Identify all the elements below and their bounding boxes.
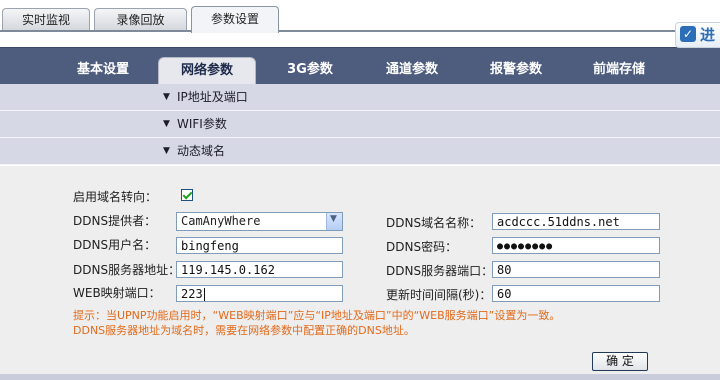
enable-ddns-checkbox[interactable] <box>181 189 193 201</box>
dropdown-button[interactable]: ▼ <box>326 213 342 230</box>
ddns-password-input[interactable]: ●●●●●●●● <box>492 237 660 254</box>
ddns-server-port-input[interactable]: 80 <box>492 261 660 278</box>
section-label: IP地址及端口 <box>177 90 248 104</box>
nav-frontend-storage[interactable]: 前端存储 <box>578 57 660 84</box>
settings-nav: 基本设置 网络参数 3G参数 通道参数 报警参数 前端存储 <box>0 47 720 85</box>
ddns-user-label: DDNS用户名： <box>73 238 157 252</box>
update-interval-input[interactable]: 60 <box>492 285 660 302</box>
tab-underline <box>0 30 720 32</box>
ddns-domain-input[interactable]: acdccc.51ddns.net <box>492 213 660 230</box>
triangle-down-icon: ▼ <box>163 119 170 129</box>
hint-text-dns: DDNS服务器地址为域名时，需要在网络参数中配置正确的DNS地址。 <box>73 324 415 337</box>
hint-text-upnp: 提示：当UPNP功能启用时，“WEB映射端口”应与“IP地址及端口”中的“WEB… <box>73 309 561 322</box>
section-label: WIFI参数 <box>177 117 227 131</box>
enable-ddns-label: 启用域名转向： <box>73 190 158 204</box>
tab-live-view[interactable]: 实时监视 <box>2 8 90 31</box>
triangle-down-icon: ▼ <box>163 146 170 156</box>
nav-alarm-params[interactable]: 报警参数 <box>476 57 556 84</box>
ddns-server-port-label: DDNS服务器端口： <box>386 264 494 278</box>
ddns-user-input[interactable]: bingfeng <box>176 237 343 254</box>
nav-basic-settings[interactable]: 基本设置 <box>62 57 144 84</box>
brand-logo: ✓ 进 <box>675 22 720 48</box>
top-tab-bar: 实时监视 录像回放 参数设置 <box>0 0 720 33</box>
triangle-down-icon: ▼ <box>163 92 170 102</box>
update-interval-label: 更新时间间隔(秒)： <box>386 288 492 302</box>
ddns-server-addr-input[interactable]: 119.145.0.162 <box>176 261 343 278</box>
nav-3g-params[interactable]: 3G参数 <box>272 57 348 84</box>
ddns-domain-label: DDNS域名名称： <box>386 216 482 230</box>
section-wifi[interactable]: ▼ WIFI参数 <box>0 111 720 138</box>
web-port-value: 223 <box>181 287 203 301</box>
logo-text: 进 <box>700 26 716 44</box>
ddns-password-label: DDNS密码： <box>386 240 458 254</box>
ddns-server-addr-label: DDNS服务器地址： <box>73 263 181 277</box>
web-port-input[interactable]: 223 <box>176 285 343 302</box>
confirm-button[interactable]: 确 定 <box>592 352 648 371</box>
ddns-provider-label: DDNS提供者： <box>73 214 157 228</box>
section-label: 动态域名 <box>177 144 226 158</box>
section-ip-port[interactable]: ▼ IP地址及端口 <box>0 84 720 111</box>
nav-channel-params[interactable]: 通道参数 <box>372 57 452 84</box>
tab-settings[interactable]: 参数设置 <box>191 6 279 33</box>
section-ddns[interactable]: ▼ 动态域名 <box>0 138 720 165</box>
tab-playback[interactable]: 录像回放 <box>94 8 187 31</box>
text-caret <box>203 288 205 301</box>
chevron-down-icon: ▼ <box>330 214 337 224</box>
nav-network-params[interactable]: 网络参数 <box>158 57 256 85</box>
web-port-label: WEB映射端口： <box>73 286 161 300</box>
ddns-provider-select[interactable]: CamAnyWhere ▼ <box>176 212 343 231</box>
bird-icon: ✓ <box>680 26 696 42</box>
footer-bar <box>0 374 720 380</box>
ddns-provider-value: CamAnyWhere <box>181 214 261 228</box>
